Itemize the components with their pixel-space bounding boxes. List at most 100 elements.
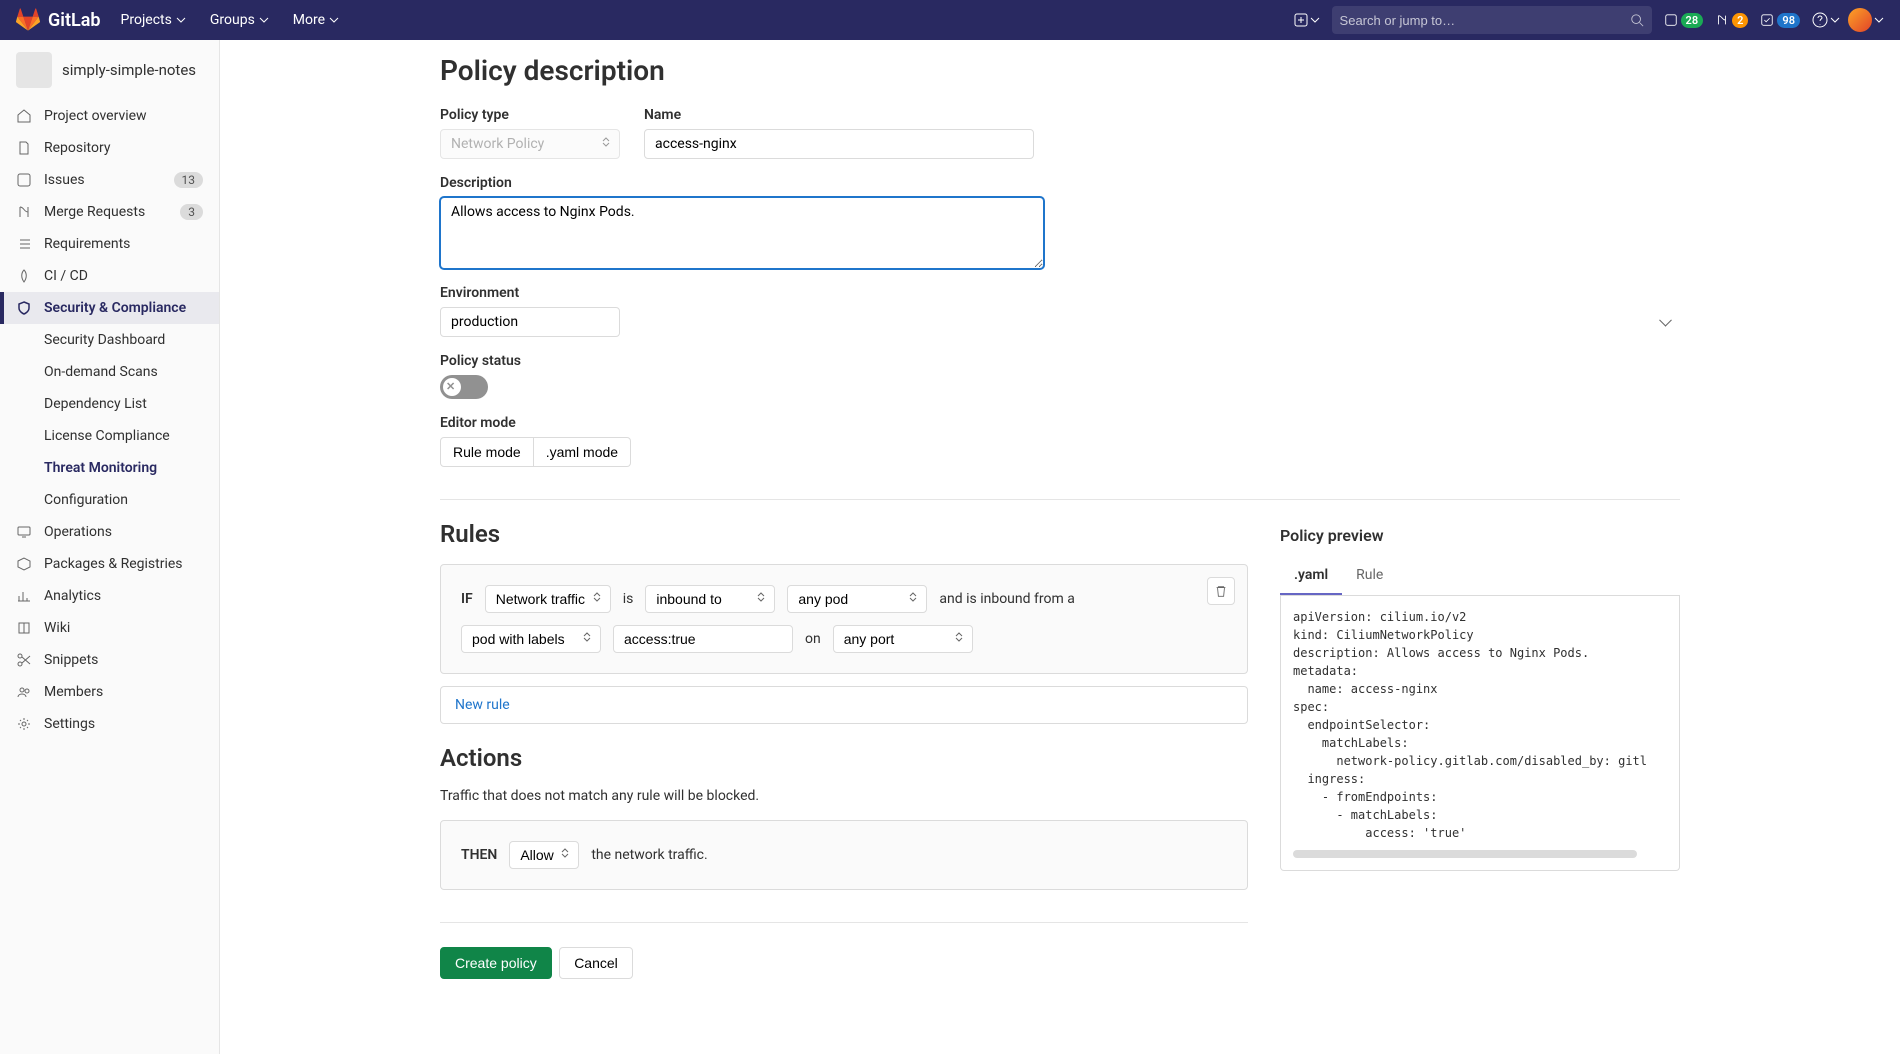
top-nav: Projects Groups More <box>109 2 352 38</box>
new-rule-box: New rule <box>440 686 1248 724</box>
is-text: is <box>623 591 634 607</box>
issues-icon <box>1664 13 1678 27</box>
mrs-link[interactable]: 2 <box>1711 11 1752 30</box>
name-input[interactable] <box>644 129 1034 159</box>
sidebar-sub-config[interactable]: Configuration <box>44 484 219 516</box>
label-environment: Environment <box>440 285 1680 301</box>
sidebar-item-requirements[interactable]: Requirements <box>0 228 219 260</box>
page-title: Policy description <box>440 54 1680 87</box>
sidebar-item-analytics[interactable]: Analytics <box>0 580 219 612</box>
cancel-button[interactable]: Cancel <box>559 947 633 979</box>
user-menu[interactable] <box>1848 8 1884 32</box>
preview-tabs: .yaml Rule <box>1280 557 1680 596</box>
sidebar-item-cicd[interactable]: CI / CD <box>0 260 219 292</box>
port-select[interactable]: any port <box>833 625 973 653</box>
topbar: GitLab Projects Groups More 28 2 98 <box>0 0 1900 40</box>
policy-type-select: Network Policy <box>440 129 620 159</box>
if-keyword: IF <box>461 591 473 607</box>
sidebar-item-operations[interactable]: Operations <box>0 516 219 548</box>
todos-link[interactable]: 98 <box>1756 11 1804 30</box>
sidebar-item-security[interactable]: Security & Compliance <box>0 292 219 324</box>
label-status: Policy status <box>440 353 1680 369</box>
create-policy-button[interactable]: Create policy <box>440 947 552 979</box>
and-text: and is inbound from a <box>939 591 1074 607</box>
sidebar-item-members[interactable]: Members <box>0 676 219 708</box>
sidebar-item-settings[interactable]: Settings <box>0 708 219 740</box>
new-dropdown[interactable] <box>1290 9 1324 31</box>
issues-link[interactable]: 28 <box>1660 11 1708 30</box>
tanuki-icon <box>16 8 40 32</box>
tab-yaml[interactable]: .yaml <box>1280 557 1342 595</box>
new-rule-link[interactable]: New rule <box>455 697 510 713</box>
help-dropdown[interactable] <box>1812 12 1840 28</box>
on-text: on <box>805 631 821 647</box>
status-toggle[interactable]: ✕ <box>440 375 488 399</box>
rule-mode-button[interactable]: Rule mode <box>440 437 534 467</box>
delete-rule-button[interactable] <box>1207 577 1235 605</box>
divider-2 <box>440 922 1248 923</box>
sidebar-sub-license[interactable]: License Compliance <box>44 420 219 452</box>
project-name: simply-simple-notes <box>62 61 196 79</box>
preview-heading: Policy preview <box>1280 526 1680 545</box>
sidebar-item-packages[interactable]: Packages & Registries <box>0 548 219 580</box>
allow-select[interactable]: Allow <box>509 841 579 869</box>
actions-heading: Actions <box>440 744 1248 772</box>
chevron-down-icon <box>1310 15 1320 25</box>
rocket-icon <box>16 268 32 284</box>
direction-select[interactable]: inbound to <box>645 585 775 613</box>
nav-more[interactable]: More <box>281 2 351 38</box>
tab-rule[interactable]: Rule <box>1342 557 1397 595</box>
sidebar-item-mrs[interactable]: Merge Requests3 <box>0 196 219 228</box>
brand-text: GitLab <box>48 10 101 31</box>
package-icon <box>16 556 32 572</box>
sidebar-sub-dependency[interactable]: Dependency List <box>44 388 219 420</box>
rules-heading: Rules <box>440 520 1248 548</box>
chevron-down-icon <box>329 15 339 25</box>
editor-mode-group: Rule mode .yaml mode <box>440 437 1680 467</box>
sidebar-sub-scans[interactable]: On-demand Scans <box>44 356 219 388</box>
screen-icon <box>16 524 32 540</box>
then-keyword: THEN <box>461 847 497 863</box>
label-input[interactable] <box>613 625 793 653</box>
sidebar-item-issues[interactable]: Issues13 <box>0 164 219 196</box>
avatar <box>1848 8 1872 32</box>
chevron-down-icon <box>176 15 186 25</box>
label-description: Description <box>440 175 1680 191</box>
search-box[interactable] <box>1332 6 1652 34</box>
search-input[interactable] <box>1340 13 1630 28</box>
gitlab-logo[interactable]: GitLab <box>16 8 101 32</box>
nav-groups[interactable]: Groups <box>198 2 281 38</box>
sidebar-sub-threat[interactable]: Threat Monitoring <box>44 452 219 484</box>
book-icon <box>16 620 32 636</box>
sidebar: simply-simple-notes Project overview Rep… <box>0 40 220 1054</box>
sidebar-item-wiki[interactable]: Wiki <box>0 612 219 644</box>
pod-select[interactable]: pod with labels <box>461 625 601 653</box>
home-icon <box>16 108 32 124</box>
project-icon <box>16 52 52 88</box>
merge-icon <box>16 204 32 220</box>
label-name: Name <box>644 107 1034 123</box>
yaml-mode-button[interactable]: .yaml mode <box>534 437 631 467</box>
users-icon <box>16 684 32 700</box>
nav-projects[interactable]: Projects <box>109 2 198 38</box>
sidebar-item-snippets[interactable]: Snippets <box>0 644 219 676</box>
target-select[interactable]: any pod <box>787 585 927 613</box>
action-tail: the network traffic. <box>591 847 707 863</box>
merge-icon <box>1715 13 1729 27</box>
yaml-content: apiVersion: cilium.io/v2 kind: CiliumNet… <box>1293 608 1667 842</box>
scrollbar[interactable] <box>1293 850 1637 858</box>
traffic-select[interactable]: Network traffic <box>485 585 611 613</box>
project-header[interactable]: simply-simple-notes <box>0 40 219 100</box>
chart-icon <box>16 588 32 604</box>
x-icon: ✕ <box>446 380 455 393</box>
label-policy-type: Policy type <box>440 107 620 123</box>
sidebar-sub-dashboard[interactable]: Security Dashboard <box>44 324 219 356</box>
issues-icon <box>16 172 32 188</box>
description-textarea[interactable] <box>440 197 1044 269</box>
environment-select[interactable]: production <box>440 307 620 337</box>
action-box: THEN Allow the network traffic. <box>440 820 1248 890</box>
scissors-icon <box>16 652 32 668</box>
main-content: Policy description Policy type Network P… <box>220 40 1900 1054</box>
sidebar-item-overview[interactable]: Project overview <box>0 100 219 132</box>
sidebar-item-repository[interactable]: Repository <box>0 132 219 164</box>
